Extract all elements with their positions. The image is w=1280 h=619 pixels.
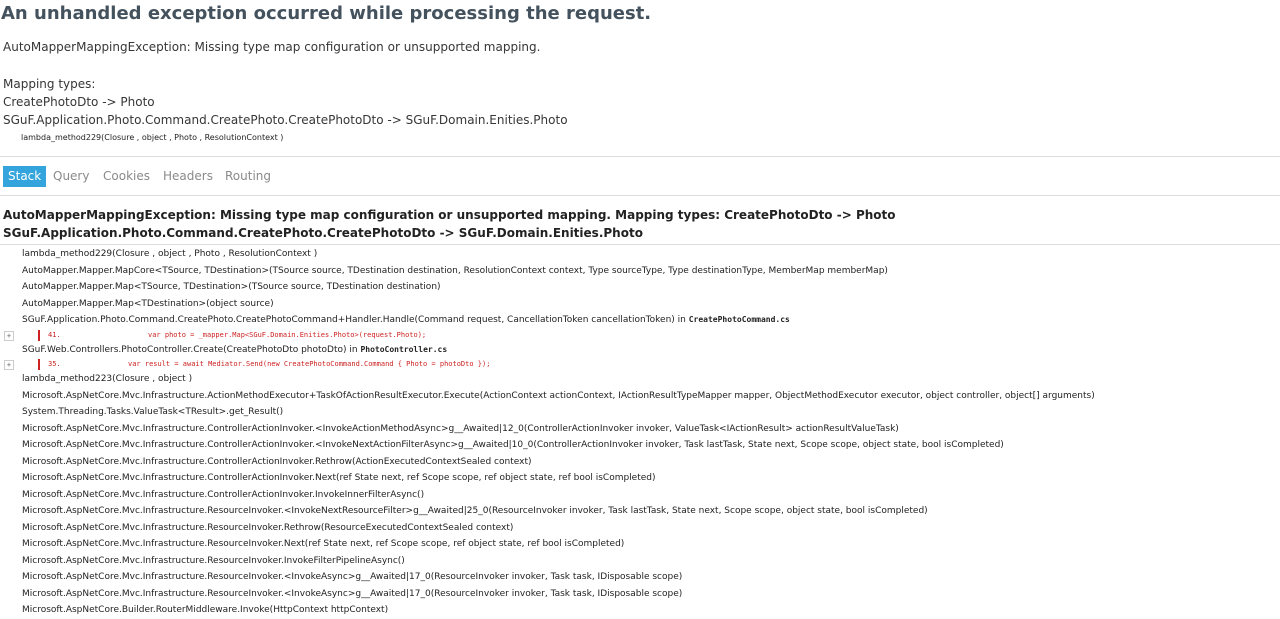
source-line: + 35. var result = await Mediator.Send(n… <box>0 358 1280 371</box>
stack-frame: Microsoft.AspNetCore.Mvc.Infrastructure.… <box>22 555 405 566</box>
stack-frame: AutoMapper.Mapper.MapCore<TSource, TDest… <box>22 265 888 276</box>
stack-frame: AutoMapper.Mapper.Map<TDestination>(obje… <box>22 298 274 309</box>
stack-frames: lambda_method229(Closure , object , Phot… <box>0 246 1280 619</box>
source-code: var photo = _mapper.Map<SGuF.Domain.Enit… <box>148 330 427 339</box>
expand-icon[interactable]: + <box>4 330 14 341</box>
line-number: 41. <box>48 330 61 339</box>
stack-frame: lambda_method229(Closure , object , Phot… <box>22 249 318 259</box>
mapping-types-header: Mapping types: <box>3 77 96 91</box>
stack-frame: Microsoft.AspNetCore.Builder.RouterMiddl… <box>22 605 389 615</box>
page-title: An unhandled exception occurred while pr… <box>1 3 652 24</box>
mapping-types: Mapping types: CreatePhotoDto -> Photo S… <box>3 75 568 129</box>
tab-stack[interactable]: Stack <box>3 166 47 187</box>
stack-frame: Microsoft.AspNetCore.Mvc.Infrastructure.… <box>22 440 1004 450</box>
source-code: var result = await Mediator.Send(new Cre… <box>128 360 491 368</box>
stack-frame: Microsoft.AspNetCore.Mvc.Infrastructure.… <box>22 522 514 533</box>
stack-frame: Microsoft.AspNetCore.Mvc.Infrastructure.… <box>22 588 683 599</box>
stack-frame: SGuF.Application.Photo.Command.CreatePho… <box>0 312 1280 329</box>
stack-frame: Microsoft.AspNetCore.Mvc.Infrastructure.… <box>22 456 532 467</box>
stack-frame: Microsoft.AspNetCore.Mvc.Infrastructure.… <box>22 489 425 500</box>
tab-routing[interactable]: Routing <box>220 166 276 187</box>
frame-method: SGuF.Web.Controllers.PhotoController.Cre… <box>22 344 361 355</box>
line-marker <box>38 329 40 341</box>
stack-frame: Microsoft.AspNetCore.Mvc.Infrastructure.… <box>22 423 899 434</box>
frame-method: SGuF.Application.Photo.Command.CreatePho… <box>22 315 689 325</box>
stack-frame: Microsoft.AspNetCore.Mvc.Infrastructure.… <box>22 572 683 582</box>
error-message: AutoMapperMappingException: Missing type… <box>3 40 541 54</box>
frame-file: CreatePhotoCommand.cs <box>688 315 790 324</box>
stack-frame: SGuF.Web.Controllers.PhotoController.Cre… <box>0 342 1280 359</box>
mapping-line-full: SGuF.Application.Photo.Command.CreatePho… <box>3 113 568 127</box>
stack-frame: Microsoft.AspNetCore.Mvc.Infrastructure.… <box>22 473 656 483</box>
mapping-line-short: CreatePhotoDto -> Photo <box>3 95 155 109</box>
stack-frame: System.Threading.Tasks.ValueTask<TResult… <box>22 407 284 417</box>
expand-icon[interactable]: + <box>4 360 14 370</box>
tab-query[interactable]: Query <box>48 166 94 187</box>
tab-headers[interactable]: Headers <box>158 166 218 187</box>
frame-file: PhotoController.cs <box>360 344 448 354</box>
tab-cookies[interactable]: Cookies <box>98 166 155 187</box>
source-line: + 41. var photo = _mapper.Map<SGuF.Domai… <box>0 329 1280 342</box>
stack-frame: AutoMapper.Mapper.Map<TSource, TDestinat… <box>22 282 441 292</box>
line-number: 35. <box>48 360 61 368</box>
tab-bar: Stack Query Cookies Headers Routing <box>0 156 1280 196</box>
stack-title: AutoMapperMappingException: Missing type… <box>3 208 896 240</box>
stack-frame: Microsoft.AspNetCore.Mvc.Infrastructure.… <box>22 506 928 516</box>
stack-frame: lambda_method223(Closure , object ) <box>22 374 193 384</box>
line-marker <box>38 359 40 370</box>
stack-divider <box>0 244 1280 245</box>
stack-frame: Microsoft.AspNetCore.Mvc.Infrastructure.… <box>22 390 1095 401</box>
exception-location: lambda_method229(Closure , object , Phot… <box>21 133 284 142</box>
stack-frame: Microsoft.AspNetCore.Mvc.Infrastructure.… <box>22 539 625 549</box>
